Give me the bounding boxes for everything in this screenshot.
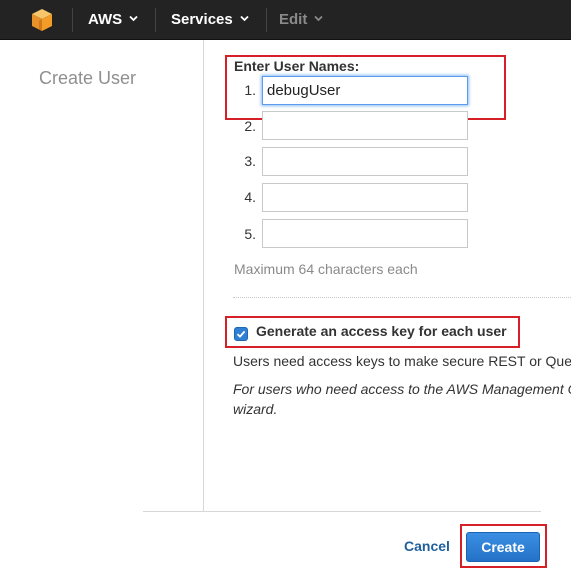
aws-cube-icon[interactable]	[30, 8, 54, 32]
access-key-info: Users need access keys to make secure RE…	[233, 353, 571, 369]
aws-menu-label: AWS	[88, 11, 123, 28]
chevron-down-icon	[240, 15, 249, 22]
nav-separator	[266, 8, 267, 32]
user-name-input-2[interactable]	[262, 111, 468, 140]
generate-access-key-checkbox[interactable]	[234, 327, 248, 341]
section-divider	[233, 297, 571, 298]
footer-divider	[143, 511, 541, 512]
max-length-hint: Maximum 64 characters each	[234, 261, 418, 277]
create-button[interactable]: Create	[466, 532, 540, 562]
cancel-link[interactable]: Cancel	[404, 538, 450, 554]
nav-separator	[72, 8, 73, 32]
row-number: 4.	[244, 189, 256, 205]
console-access-note-line-1: For users who need access to the AWS Man…	[233, 381, 571, 397]
row-number: 2.	[244, 118, 256, 134]
row-number: 5.	[244, 226, 256, 242]
user-name-input-1[interactable]	[262, 76, 468, 105]
user-name-input-5[interactable]	[262, 219, 468, 248]
column-divider	[203, 40, 204, 512]
checkmark-icon	[236, 330, 246, 338]
edit-menu-label: Edit	[279, 11, 308, 28]
chevron-down-icon	[314, 15, 323, 22]
page-title: Create User	[39, 68, 137, 88]
row-number: 3.	[244, 153, 256, 169]
user-name-input-3[interactable]	[262, 147, 468, 176]
console-access-note-line-2: wizard.	[233, 401, 278, 417]
services-menu[interactable]: Services	[171, 0, 249, 40]
user-name-input-4[interactable]	[262, 183, 468, 212]
generate-access-key-label[interactable]: Generate an access key for each user	[256, 323, 507, 339]
aws-menu[interactable]: AWS	[88, 0, 138, 40]
console-access-note: For users who need access to the AWS Man…	[233, 379, 571, 419]
row-number: 1.	[244, 82, 256, 98]
edit-menu[interactable]: Edit	[279, 0, 323, 40]
nav-separator	[155, 8, 156, 32]
user-names-heading: Enter User Names:	[234, 58, 360, 74]
top-navbar: AWS Services Edit	[0, 0, 571, 40]
chevron-down-icon	[129, 15, 138, 22]
services-menu-label: Services	[171, 11, 233, 28]
